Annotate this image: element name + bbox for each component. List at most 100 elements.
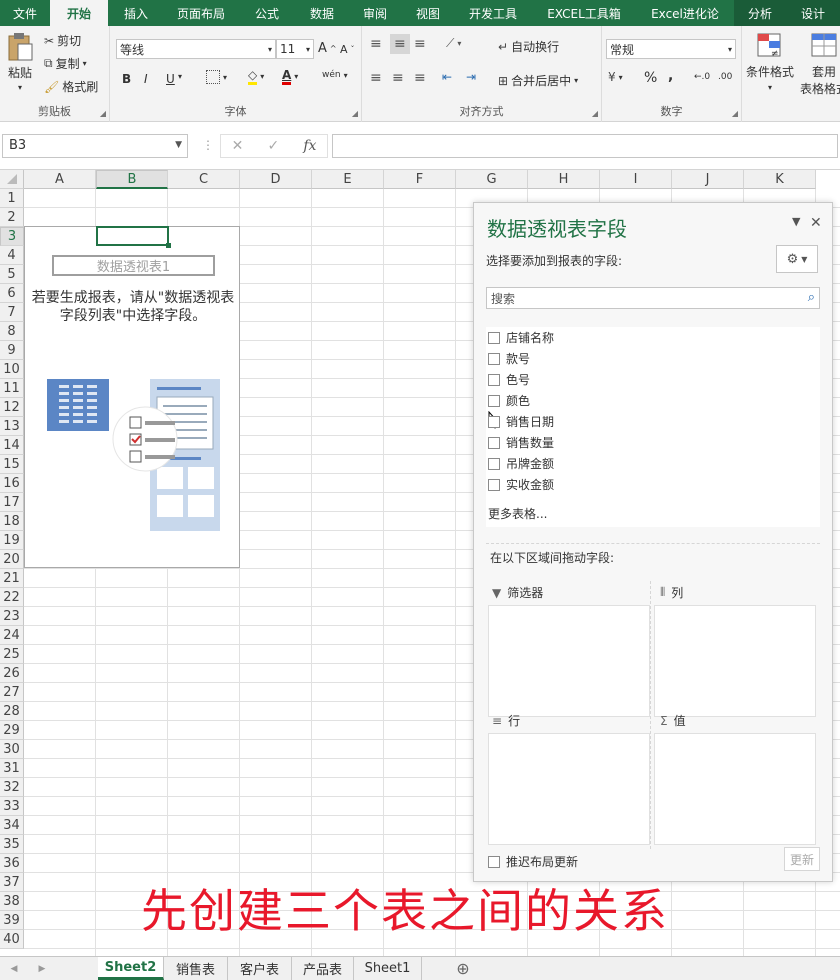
sheet-tab-products[interactable]: 产品表 xyxy=(292,957,354,980)
checkbox-icon[interactable] xyxy=(488,416,500,428)
filters-drop-area[interactable] xyxy=(488,605,650,717)
row-header-38[interactable]: 38 xyxy=(0,892,24,911)
font-color-button[interactable]: A▾ xyxy=(282,68,298,85)
merge-center-button[interactable]: ⊞合并后居中▾ xyxy=(498,72,578,89)
tab-excel-toolbox[interactable]: EXCEL工具箱 xyxy=(532,0,636,26)
scroll-left-icon[interactable]: ◀ xyxy=(0,957,28,980)
copy-button[interactable]: ⧉复制▾ xyxy=(44,55,87,72)
tab-view[interactable]: 视图 xyxy=(402,0,454,26)
row-header-23[interactable]: 23 xyxy=(0,607,24,626)
pivot-table-placeholder[interactable]: 数据透视表1 若要生成报表，请从"数据透视表字段列表"中选择字段。 xyxy=(24,226,240,568)
align-center-icon[interactable]: ≡ xyxy=(392,70,404,86)
increase-decimal-icon[interactable]: ←.0 xyxy=(694,72,710,82)
insert-function-icon[interactable]: fx xyxy=(303,138,316,154)
column-header-f[interactable]: F xyxy=(384,170,456,189)
row-header-15[interactable]: 15 xyxy=(0,455,24,474)
column-header-g[interactable]: G xyxy=(456,170,528,189)
decrease-indent-icon[interactable]: ⇤ xyxy=(442,70,452,84)
align-right-icon[interactable]: ≡ xyxy=(414,70,426,86)
row-header-40[interactable]: 40 xyxy=(0,930,24,949)
formula-input[interactable] xyxy=(332,134,838,158)
tab-design[interactable]: 设计 xyxy=(786,0,840,26)
checkbox-icon[interactable] xyxy=(488,374,500,386)
field-item[interactable]: 店铺名称 xyxy=(488,329,554,346)
row-header-17[interactable]: 17 xyxy=(0,493,24,512)
row-header-18[interactable]: 18 xyxy=(0,512,24,531)
format-as-table-button[interactable]: 套用 表格格式 xyxy=(800,32,840,97)
dialog-launcher-icon[interactable]: ◢ xyxy=(352,109,358,118)
percent-button[interactable]: % xyxy=(644,70,657,86)
dialog-launcher-icon[interactable]: ◢ xyxy=(592,109,598,118)
row-header-32[interactable]: 32 xyxy=(0,778,24,797)
conditional-format-button[interactable]: ≠ 条件格式 ▾ xyxy=(746,32,794,92)
row-header-29[interactable]: 29 xyxy=(0,721,24,740)
sheet-tab-sheet1[interactable]: Sheet1 xyxy=(354,957,422,980)
pane-options-chevron-icon[interactable]: ▼ xyxy=(792,215,800,228)
columns-drop-area[interactable] xyxy=(654,605,816,717)
tab-file[interactable]: 文件 xyxy=(0,0,50,26)
tab-developer[interactable]: 开发工具 xyxy=(454,0,532,26)
tab-data[interactable]: 数据 xyxy=(296,0,348,26)
row-header-33[interactable]: 33 xyxy=(0,797,24,816)
row-header-5[interactable]: 5 xyxy=(0,265,24,284)
row-header-3[interactable]: 3 xyxy=(0,227,24,246)
decrease-decimal-icon[interactable]: .00 xyxy=(718,72,732,82)
sheet-tab-sales[interactable]: 销售表 xyxy=(164,957,228,980)
defer-layout-checkbox[interactable]: 推迟布局更新 xyxy=(488,853,578,870)
format-painter-button[interactable]: 🖌格式刷 xyxy=(44,78,98,95)
row-header-7[interactable]: 7 xyxy=(0,303,24,322)
row-header-22[interactable]: 22 xyxy=(0,588,24,607)
name-box[interactable]: B3▼ xyxy=(2,134,188,158)
column-header-k[interactable]: K xyxy=(744,170,816,189)
column-header-d[interactable]: D xyxy=(240,170,312,189)
row-header-24[interactable]: 24 xyxy=(0,626,24,645)
row-header-21[interactable]: 21 xyxy=(0,569,24,588)
values-drop-area[interactable] xyxy=(654,733,816,845)
checkbox-icon[interactable] xyxy=(488,458,500,470)
field-item[interactable]: 颜色 xyxy=(488,392,530,409)
tab-formulas[interactable]: 公式 xyxy=(238,0,296,26)
increase-indent-icon[interactable]: ⇥ xyxy=(466,70,476,84)
row-header-11[interactable]: 11 xyxy=(0,379,24,398)
field-item[interactable]: 销售数量 xyxy=(488,434,554,451)
row-header-27[interactable]: 27 xyxy=(0,683,24,702)
field-item[interactable]: 色号 xyxy=(488,371,530,388)
row-header-36[interactable]: 36 xyxy=(0,854,24,873)
dialog-launcher-icon[interactable]: ◢ xyxy=(100,109,106,118)
row-header-12[interactable]: 12 xyxy=(0,398,24,417)
row-header-4[interactable]: 4 xyxy=(0,246,24,265)
align-top-icon[interactable]: ≡ xyxy=(370,36,382,52)
italic-button[interactable]: I xyxy=(144,72,148,86)
field-search-input[interactable]: 搜索 ⌕ xyxy=(486,287,820,309)
fill-color-button[interactable]: ◇▾ xyxy=(248,68,264,85)
tab-insert[interactable]: 插入 xyxy=(108,0,164,26)
increase-font-button[interactable]: A^ xyxy=(318,41,337,56)
row-header-30[interactable]: 30 xyxy=(0,740,24,759)
cancel-icon[interactable]: ✕ xyxy=(232,138,244,154)
orientation-icon[interactable]: ⟋▾ xyxy=(446,36,461,51)
row-header-10[interactable]: 10 xyxy=(0,360,24,379)
underline-dropdown[interactable]: ▾ xyxy=(178,72,182,81)
chevron-down-icon[interactable]: ▼ xyxy=(175,140,182,150)
scroll-right-icon[interactable]: ▶ xyxy=(28,957,56,980)
row-header-31[interactable]: 31 xyxy=(0,759,24,778)
tab-analyze[interactable]: 分析 xyxy=(734,0,786,26)
checkbox-icon[interactable] xyxy=(488,353,500,365)
row-header-14[interactable]: 14 xyxy=(0,436,24,455)
wrap-text-button[interactable]: ↵自动换行 xyxy=(498,38,559,55)
tab-review[interactable]: 审阅 xyxy=(348,0,402,26)
borders-button[interactable]: ▾ xyxy=(206,70,227,84)
row-header-26[interactable]: 26 xyxy=(0,664,24,683)
field-item[interactable]: 款号 xyxy=(488,350,530,367)
row-header-25[interactable]: 25 xyxy=(0,645,24,664)
more-tables-link[interactable]: 更多表格... xyxy=(488,505,547,522)
fill-handle[interactable] xyxy=(166,243,171,248)
close-icon[interactable]: ✕ xyxy=(810,215,822,231)
column-header-h[interactable]: H xyxy=(528,170,600,189)
checkbox-icon[interactable] xyxy=(488,437,500,449)
cut-button[interactable]: ✂剪切 xyxy=(44,32,81,49)
field-item[interactable]: 实收金额 xyxy=(488,476,554,493)
field-item[interactable]: 吊牌金额 xyxy=(488,455,554,472)
column-header-j[interactable]: J xyxy=(672,170,744,189)
rows-drop-area[interactable] xyxy=(488,733,650,845)
